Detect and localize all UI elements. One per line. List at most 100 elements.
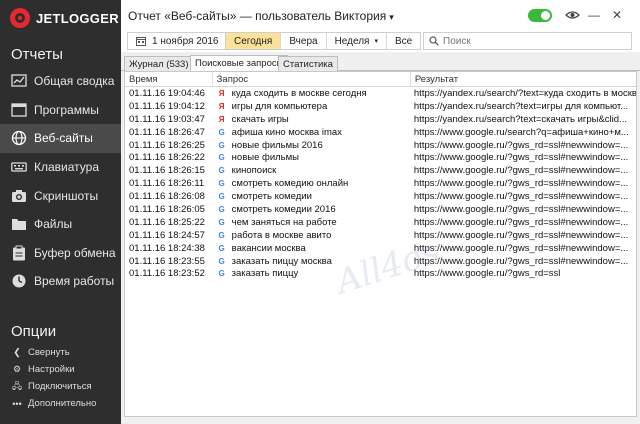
table-row[interactable]: 01.11.16 18:26:47 Gафиша кино москва imax…: [125, 126, 636, 139]
google-icon: G: [218, 153, 225, 163]
table-row[interactable]: 01.11.16 18:26:15 Gкинопоиск https://www.g…: [125, 164, 636, 177]
cell-result: https://yandex.ru/search?text=игры для к…: [413, 100, 629, 112]
options-section-title: Опции: [11, 323, 57, 340]
folder-icon: [11, 216, 27, 232]
cell-time: 01.11.16 18:24:38: [129, 242, 205, 254]
logo: JETLOGGER: [10, 8, 119, 28]
table-row[interactable]: 01.11.16 18:23:52 Gзаказать пиццу https://…: [125, 267, 636, 280]
yandex-icon: Я: [216, 114, 227, 125]
week-button[interactable]: Неделя ▾: [327, 33, 387, 49]
week-label: Неделя: [334, 35, 370, 47]
query-text: скачать игры: [231, 113, 289, 125]
sidebar-item-label: Файлы: [34, 217, 73, 232]
google-icon: G: [218, 269, 225, 279]
column-header-query[interactable]: Запрос: [213, 72, 411, 86]
column-header-time[interactable]: Время: [125, 72, 213, 86]
cell-query: Gсмотреть комедии 2016: [213, 204, 411, 215]
table-row[interactable]: 01.11.16 18:24:57 Gработа в москве авито h…: [125, 229, 636, 242]
close-icon[interactable]: ✕: [609, 7, 625, 23]
cell-result: https://www.google.ru/?gws_rd=ssl#newwin…: [413, 255, 629, 267]
column-header-result[interactable]: Результат: [411, 72, 636, 86]
cell-time: 01.11.16 18:26:22: [129, 152, 205, 164]
sidebar-item-clipboard[interactable]: Буфер обмена: [0, 239, 121, 268]
search-box[interactable]: [423, 32, 632, 50]
cell-result: https://www.google.ru/?gws_rd=ssl#newwin…: [413, 178, 629, 190]
sidebar-item-keyboard[interactable]: Клавиатура: [0, 153, 121, 182]
table-row[interactable]: 01.11.16 18:25:22 Gчем заняться на работе…: [125, 216, 636, 229]
sidebar-item-camera[interactable]: Скриншоты: [0, 181, 121, 210]
keyboard-icon: [11, 159, 27, 175]
cell-time: 01.11.16 18:26:47: [129, 126, 205, 138]
eye-icon[interactable]: [564, 7, 580, 23]
table-row[interactable]: 01.11.16 19:04:12 Яигры для компьютера htt…: [125, 100, 636, 113]
search-input[interactable]: [443, 35, 623, 47]
table-row[interactable]: 01.11.16 19:03:47 Яскачать игры https://ya…: [125, 113, 636, 126]
option-item-gear[interactable]: ⚙ Настройки: [0, 361, 121, 378]
cell-query: Gафиша кино москва imax: [213, 127, 411, 138]
table-row[interactable]: 01.11.16 18:26:05 Gсмотреть комедии 2016 h…: [125, 203, 636, 216]
date-picker-button[interactable]: 1 ноября 2016: [128, 33, 226, 49]
sidebar-item-label: Скриншоты: [34, 188, 99, 203]
more-icon: •••: [12, 398, 22, 409]
sidebar: JETLOGGER Отчеты Общая сводка Программы Ве…: [0, 0, 121, 424]
google-icon: G: [218, 256, 225, 266]
cell-result: https://www.google.ru/?gws_rd=ssl: [413, 268, 561, 280]
option-item-connect[interactable]: 🖧 Подключиться: [0, 378, 121, 395]
google-icon: G: [218, 166, 225, 176]
option-item-more[interactable]: ••• Дополнительно: [0, 395, 121, 412]
cell-result: https://www.google.ru/search?q=афиша+кин…: [413, 126, 629, 138]
clipboard-icon: [11, 245, 27, 261]
google-icon: G: [218, 127, 225, 137]
cell-result: https://www.google.ru/?gws_rd=ssl#newwin…: [413, 191, 629, 203]
google-icon: G: [218, 217, 225, 227]
cell-time: 01.11.16 18:25:22: [129, 216, 205, 228]
minimize-icon[interactable]: —: [586, 7, 602, 23]
option-item-chevron-left[interactable]: ❮ Свернуть: [0, 344, 121, 361]
cell-time: 01.11.16 18:26:25: [129, 139, 205, 151]
sidebar-item-folder[interactable]: Файлы: [0, 210, 121, 239]
option-item-label: Подключиться: [28, 381, 92, 392]
today-button[interactable]: Сегодня: [226, 33, 282, 49]
table-row[interactable]: 01.11.16 18:26:11 Gсмотреть комедию онлай…: [125, 177, 636, 190]
date-label: 1 ноября 2016: [152, 35, 219, 47]
sidebar-item-globe[interactable]: Веб-сайты: [0, 124, 121, 153]
table-row[interactable]: 01.11.16 18:24:38 Gвакансии москва https:/…: [125, 242, 636, 255]
chevron-down-icon: ▾: [374, 38, 378, 45]
table-row[interactable]: 01.11.16 19:04:46 Якуда сходить в москве …: [125, 87, 636, 100]
table-row[interactable]: 01.11.16 18:26:22 Gновые фильмы https://ww…: [125, 151, 636, 164]
tab-statistics[interactable]: Статистика: [278, 56, 338, 71]
query-text: новые фильмы 2016: [231, 139, 323, 151]
google-icon: G: [218, 243, 225, 253]
chevron-down-icon[interactable]: ▾: [389, 12, 394, 22]
sidebar-item-clock[interactable]: Время работы: [0, 267, 121, 296]
all-button[interactable]: Все: [387, 33, 420, 49]
cell-query: Яскачать игры: [213, 114, 411, 125]
sidebar-item-label: Время работы: [34, 274, 115, 289]
monitoring-toggle[interactable]: [528, 9, 552, 22]
sidebar-item-label: Общая сводка: [34, 74, 115, 89]
query-text: смотреть комедии: [231, 191, 312, 203]
window-title[interactable]: Отчет «Веб-сайты» — пользователь Виктори…: [128, 9, 394, 23]
yesterday-button[interactable]: Вчера: [281, 33, 327, 49]
option-item-label: Свернуть: [28, 347, 70, 358]
cell-result: https://www.google.ru/?gws_rd=ssl#newwin…: [413, 165, 629, 177]
query-text: новые фильмы: [231, 152, 299, 164]
sidebar-nav: Общая сводка Программы Веб-сайты Клавиатура…: [0, 67, 121, 296]
table-row[interactable]: 01.11.16 18:26:08 Gсмотреть комедии https:…: [125, 190, 636, 203]
options-list: ❮ Свернуть ⚙ Настройки 🖧 Подключиться ••• Допол…: [0, 344, 121, 412]
sidebar-item-summary[interactable]: Общая сводка: [0, 67, 121, 96]
tab-journal[interactable]: Журнал (533): [124, 56, 194, 71]
toolbar: 1 ноября 2016 Сегодня Вчера Неделя ▾ Все: [121, 30, 640, 52]
chevron-left-icon: ❮: [13, 347, 21, 357]
cell-query: Gсмотреть комедии: [213, 191, 411, 202]
cell-query: Gработа в москве авито: [213, 230, 411, 241]
query-text: вакансии москва: [231, 242, 306, 254]
table-row[interactable]: 01.11.16 18:26:25 Gновые фильмы 2016 https…: [125, 139, 636, 152]
query-text: игры для компьютера: [231, 100, 328, 112]
sidebar-item-programs[interactable]: Программы: [0, 96, 121, 125]
tab-search-queries[interactable]: Поисковые запросы: [190, 55, 289, 71]
table-row[interactable]: 01.11.16 18:23:55 Gзаказать пиццу москва h…: [125, 255, 636, 268]
main-panel: Отчет «Веб-сайты» — пользователь Виктори…: [121, 0, 640, 424]
cell-time: 01.11.16 19:04:46: [129, 87, 205, 99]
period-group: Сегодня Вчера Неделя ▾ Все: [225, 32, 422, 50]
